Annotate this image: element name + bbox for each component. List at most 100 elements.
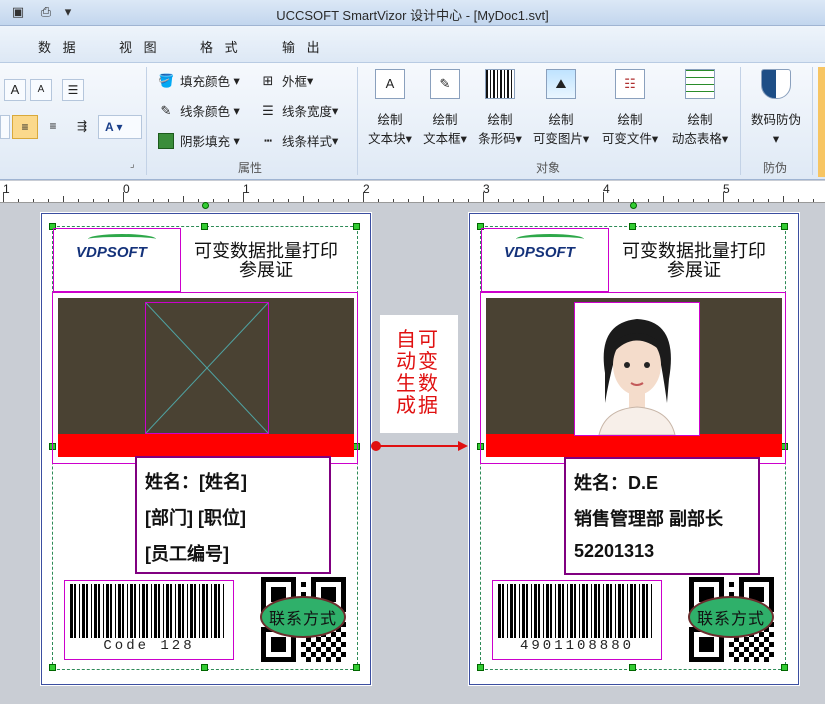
barcode-bar xyxy=(139,584,140,638)
title-line2: 参展证 xyxy=(667,260,721,280)
barcode-bar xyxy=(543,584,544,638)
contact-oval[interactable]: 联系方式 xyxy=(688,596,774,638)
align-center-icon[interactable]: ≡ xyxy=(12,115,38,139)
horizontal-ruler[interactable]: 1 0 1 2 3 4 5 xyxy=(0,181,825,203)
shrink-font-icon[interactable]: A xyxy=(30,79,52,101)
menu-format[interactable]: 格 式 xyxy=(200,37,242,56)
menu-view[interactable]: 视 图 xyxy=(119,37,161,56)
resize-handle[interactable] xyxy=(353,223,360,230)
arrow-icon xyxy=(371,441,468,451)
draw-text-box-button[interactable]: ✎ 绘制 文本框▾ xyxy=(419,69,471,149)
barcode-bar xyxy=(79,584,80,638)
dynamic-table-label: 动态表格▾ xyxy=(671,132,729,146)
align-right-icon[interactable]: ≡ xyxy=(40,115,66,139)
list-icon[interactable]: ☰ xyxy=(62,79,84,101)
resize-handle[interactable] xyxy=(629,664,636,671)
draw-variable-file-button[interactable]: ☷ 绘制 可变文件▾ xyxy=(598,69,662,149)
ruler-tick xyxy=(33,199,34,202)
qr-module xyxy=(306,647,311,652)
qr-module xyxy=(759,652,764,657)
security-group-label: 防伪 xyxy=(763,161,788,175)
draw-barcode-button[interactable]: 绘制 条形码▾ xyxy=(474,69,526,149)
qr-module xyxy=(759,632,764,637)
qr-module xyxy=(331,632,336,637)
right-card[interactable]: VDPSOFT 可变数据批量打印 参展证 姓名：D.E 销售管理部 副部长 52… xyxy=(469,202,799,685)
line-width-label: 线条宽度 xyxy=(282,105,333,119)
text-wrap-icon[interactable]: ⇶ xyxy=(70,115,94,139)
placeholder-cross-icon xyxy=(146,303,268,433)
barcode-bar xyxy=(646,584,648,638)
logo-swoosh xyxy=(88,234,156,244)
draw-variable-image-button[interactable]: ⛰ 绘制 可变图片▾ xyxy=(529,69,593,149)
contact-label: 联系方式 xyxy=(696,611,765,628)
text-block-label: 文本块▾ xyxy=(368,132,412,146)
barcode-bar xyxy=(211,584,212,638)
info-box[interactable]: 姓名：D.E 销售管理部 副部长 52201313 xyxy=(564,457,760,575)
fill-color-button[interactable]: 🪣 填充颜色 ▾ xyxy=(158,71,240,90)
barcode-bar xyxy=(618,584,621,638)
ruler-tick xyxy=(48,199,49,202)
dialog-launcher-icon[interactable]: ⌟ xyxy=(130,159,135,170)
name-field: 姓名：D.E xyxy=(574,473,659,493)
barcode-bar xyxy=(538,584,540,638)
resize-handle[interactable] xyxy=(353,664,360,671)
rotate-handle[interactable] xyxy=(630,202,637,209)
resize-handle[interactable] xyxy=(201,664,208,671)
barcode-bar xyxy=(502,584,504,638)
ruler-tick xyxy=(588,199,589,202)
line-style-button[interactable]: ┅ 线条样式 ▾ xyxy=(260,131,338,150)
barcode-bar xyxy=(130,584,133,638)
menu-data[interactable]: 数 据 xyxy=(38,37,80,56)
qr-module xyxy=(734,647,739,652)
align-left-icon[interactable] xyxy=(0,115,10,139)
barcode-bar xyxy=(534,584,537,638)
font-color-icon[interactable]: A ▾ xyxy=(98,115,142,139)
resize-handle[interactable] xyxy=(477,664,484,671)
resize-handle[interactable] xyxy=(781,223,788,230)
ruler-tick xyxy=(783,196,784,202)
shadow-fill-button[interactable]: 阴影填充 ▾ xyxy=(158,131,240,150)
barcode-bar xyxy=(223,584,224,638)
shadow-fill-label: 阴影填充 xyxy=(180,135,231,149)
border-button[interactable]: ⊞ 外框 ▾ xyxy=(260,71,314,90)
draw-text-block-button[interactable]: A 绘制 文本块▾ xyxy=(364,69,416,149)
resize-handle[interactable] xyxy=(49,664,56,671)
info-box[interactable]: 姓名：[姓名] [部门] [职位] [员工编号] xyxy=(135,456,331,574)
ruler-tick xyxy=(108,199,109,202)
contact-label: 联系方式 xyxy=(268,611,337,628)
left-card[interactable]: VDPSOFT 可变数据批量打印 参展证 姓名：[姓名] [部门] [职位] [… xyxy=(41,202,371,685)
barcode xyxy=(496,584,658,638)
line-width-button[interactable]: ☰ 线条宽度 ▾ xyxy=(260,101,338,120)
barcode-bar xyxy=(194,584,196,638)
barcode xyxy=(68,584,230,638)
employee-photo[interactable] xyxy=(574,302,700,436)
ruler-tick xyxy=(528,199,529,202)
resize-handle[interactable] xyxy=(629,223,636,230)
ruler-number: 0 xyxy=(123,182,130,196)
resize-handle[interactable] xyxy=(781,664,788,671)
photo-placeholder[interactable] xyxy=(145,302,269,434)
menu-output[interactable]: 输 出 xyxy=(282,37,324,56)
barcode-bar xyxy=(546,584,549,638)
barcode-bar xyxy=(103,584,104,638)
digital-anti-counterfeit-button[interactable]: 数码防伪 ▾ xyxy=(746,69,806,149)
qr-module xyxy=(734,657,739,662)
contact-oval[interactable]: 联系方式 xyxy=(260,596,346,638)
ribbon-overflow[interactable] xyxy=(818,67,825,177)
draw-dynamic-table-button[interactable]: 绘制 动态表格▾ xyxy=(667,69,733,149)
grow-font-icon[interactable]: A xyxy=(4,79,26,101)
ruler-number: 3 xyxy=(483,182,490,196)
auto-generate-label: 自可 动变 生数 成据 xyxy=(380,315,458,433)
ruler-number: 4 xyxy=(603,182,610,196)
qr-module xyxy=(764,657,769,662)
resize-handle[interactable] xyxy=(201,223,208,230)
variable-image-label: 可变图片▾ xyxy=(532,132,590,146)
ruler-tick xyxy=(543,196,544,202)
barcode-bar xyxy=(555,584,556,638)
rotate-handle[interactable] xyxy=(202,202,209,209)
ruler-tick xyxy=(333,199,334,202)
barcode-bar xyxy=(582,584,585,638)
department-field: 销售管理部 副部长 xyxy=(574,509,724,529)
portrait-image xyxy=(598,319,676,436)
line-color-button[interactable]: ✎ 线条颜色 ▾ xyxy=(158,101,240,120)
